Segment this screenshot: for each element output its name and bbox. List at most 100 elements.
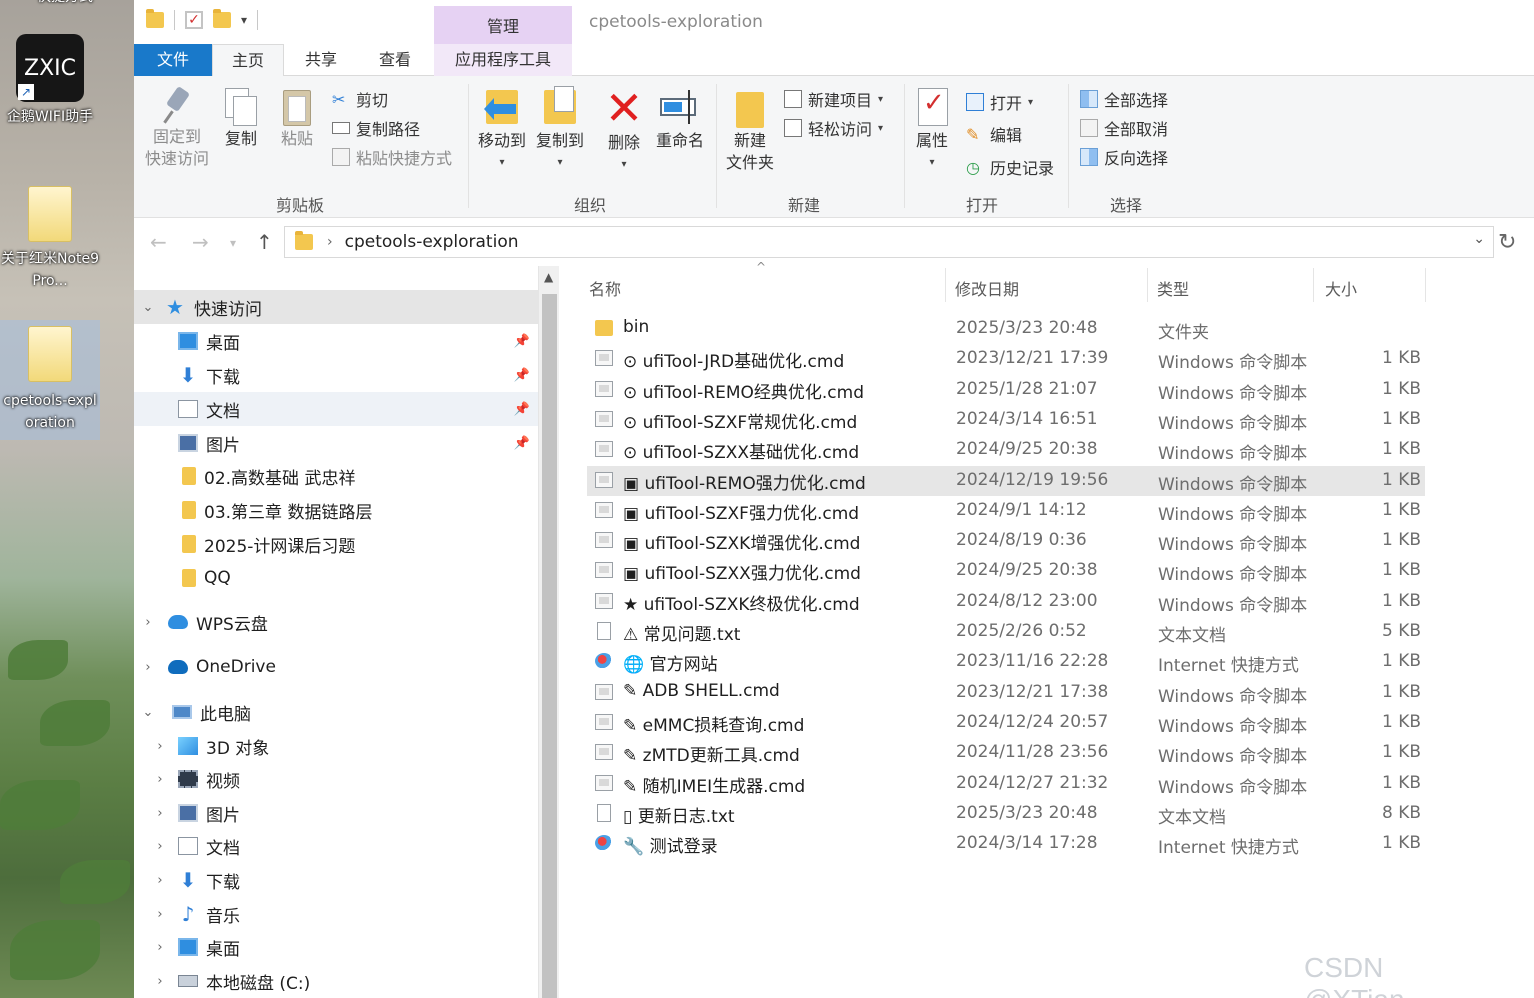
column-separator[interactable] [1147,268,1148,302]
column-header-size[interactable]: 大小 [1325,276,1357,300]
column-header-name[interactable]: 名称 [589,276,621,300]
tab-home[interactable]: 主页 [212,44,284,77]
nav-item-folder[interactable]: 02.高数基础 武忠祥 [134,459,538,493]
address-history-dropdown-icon[interactable]: ⌄ [1473,231,1485,247]
select-all-button[interactable]: 全部选择 [1080,86,1168,112]
new-folder-button[interactable]: 新建 文件夹 [720,86,780,174]
expand-chevron-icon[interactable]: › [150,940,170,955]
file-row[interactable]: ⊙ ufiTool-JRD基础优化.cmd 2023/12/21 17:39 Win… [587,344,1425,374]
nav-item-downloads[interactable]: ⬇ 下载 📌 [134,358,538,392]
file-row[interactable]: ⊙ ufiTool-REMO经典优化.cmd 2025/1/28 21:07 Win… [587,375,1425,405]
file-row[interactable]: ▣ ufiTool-SZXX强力优化.cmd 2024/9/25 20:38 Win… [587,556,1425,586]
select-none-button[interactable]: 全部取消 [1080,115,1168,141]
file-row[interactable]: ✎ zMTD更新工具.cmd 2024/11/28 23:56 Windows 命令… [587,738,1425,768]
paste-shortcut-button[interactable]: 粘贴快捷方式 [332,144,452,170]
nav-pc-desktop[interactable]: › 桌面 [134,930,538,964]
history-button[interactable]: ◷ 历史记录 [966,154,1054,180]
collapse-chevron-icon[interactable]: ⌄ [138,300,158,315]
nav-item-desktop[interactable]: 桌面 📌 [134,324,538,358]
recent-locations-chevron-icon[interactable]: ▾ [230,236,236,250]
refresh-icon[interactable]: ↻ [1498,230,1516,255]
properties-check-icon[interactable]: ✓ [185,11,203,29]
file-row[interactable]: ✎ 随机IMEI生成器.cmd 2024/12/27 21:32 Windows 命… [587,769,1425,799]
nav-pc-local-disk-c[interactable]: › 本地磁盘 (C:) [134,964,538,998]
nav-pc-downloads[interactable]: › ⬇ 下载 [134,863,538,897]
paste-button[interactable]: 粘贴 [274,86,320,150]
tab-application-tools[interactable]: 应用程序工具 [434,44,572,76]
file-row[interactable]: ⊙ ufiTool-SZXX基础优化.cmd 2024/9/25 20:38 Win… [587,435,1425,465]
expand-chevron-icon[interactable]: › [150,873,170,888]
file-row[interactable]: 🌐 官方网站 2023/11/16 22:28 Internet 快捷方式 1 KB [587,647,1425,677]
column-separator[interactable] [1425,268,1426,302]
delete-button[interactable]: ✕ 删除 ▾ [602,85,646,176]
expand-chevron-icon[interactable]: › [138,660,158,675]
up-arrow-icon[interactable]: ↑ [256,230,273,254]
copy-button[interactable]: 复制 [218,86,264,150]
collapse-chevron-icon[interactable]: ⌄ [138,705,158,720]
desktop-icon-wifi-helper[interactable]: ZXIC ↗ 企鹅WIFI助手 [0,34,100,128]
file-row[interactable]: ⚠ 常见问题.txt 2025/2/26 0:52 文本文档 5 KB [587,617,1425,647]
nav-item-folder[interactable]: 2025-计网课后习题 [134,527,538,561]
rename-button[interactable]: 重命名 [652,86,708,152]
nav-pc-3d-objects[interactable]: › 3D 对象 [134,729,538,763]
tab-share[interactable]: 共享 [284,44,358,76]
copy-path-button[interactable]: 复制路径 [332,115,420,141]
desktop-icon-redmi-note[interactable]: 关于红米Note9Pro... [0,186,100,292]
scroll-up-arrow-icon[interactable]: ▲ [544,270,553,284]
column-separator[interactable] [945,268,946,302]
forward-arrow-icon[interactable]: → [192,230,209,254]
nav-item-documents[interactable]: 文档 📌 [134,392,538,426]
file-row[interactable]: ★ ufiTool-SZXK终极优化.cmd 2024/8/12 23:00 Win… [587,587,1425,617]
file-row[interactable]: ✎ ADB SHELL.cmd 2023/12/21 17:38 Windows 命… [587,678,1425,708]
expand-chevron-icon[interactable]: › [150,974,170,989]
new-item-button[interactable]: 新建项目 ▾ [784,86,883,112]
tab-file[interactable]: 文件 [134,44,212,76]
breadcrumb-chevron-icon[interactable]: › [327,234,333,250]
nav-this-pc[interactable]: ⌄ 此电脑 [134,695,538,729]
back-arrow-icon[interactable]: ← [150,230,167,254]
nav-scrollbar[interactable]: ▲ [538,266,559,998]
easy-access-button[interactable]: 轻松访问 ▾ [784,115,883,141]
column-header-type[interactable]: 类型 [1157,276,1189,300]
expand-chevron-icon[interactable]: › [150,772,170,787]
nav-quick-access[interactable]: ⌄ ★ 快速访问 [134,290,538,324]
nav-item-pictures[interactable]: 图片 📌 [134,426,538,460]
nav-item-folder[interactable]: QQ [134,561,538,595]
file-row[interactable]: ✎ eMMC损耗查询.cmd 2024/12/24 20:57 Windows 命令… [587,708,1425,738]
nav-item-folder[interactable]: 03.第三章 数据链路层 [134,493,538,527]
tab-view[interactable]: 查看 [358,44,432,76]
nav-pc-videos[interactable]: › 视频 [134,762,538,796]
expand-chevron-icon[interactable]: › [138,615,158,630]
file-row[interactable]: ⊙ ufiTool-SZXF常规优化.cmd 2024/3/14 16:51 Win… [587,405,1425,435]
customize-qat-dropdown-icon[interactable]: ▾ [241,13,247,27]
file-row[interactable]: ▣ ufiTool-REMO强力优化.cmd 2024/12/19 19:56 Wi… [587,466,1425,496]
invert-selection-button[interactable]: 反向选择 [1080,144,1168,170]
address-input[interactable]: › cpetools-exploration ⌄ [284,226,1494,258]
nav-scrollbar-thumb[interactable] [542,294,557,998]
nav-wps-cloud[interactable]: › WPS云盘 [134,605,538,639]
expand-chevron-icon[interactable]: › [150,739,170,754]
new-folder-icon[interactable] [213,9,231,28]
copy-to-button[interactable]: 复制到 ▾ [532,86,588,174]
file-row[interactable]: bin 2025/3/23 20:48 文件夹 [587,314,1425,344]
edit-button[interactable]: ✎ 编辑 [966,121,1022,147]
desktop-icon-cpetools[interactable]: cpetools-exploration [0,320,100,440]
file-row[interactable]: 🔧 测试登录 2024/3/14 17:28 Internet 快捷方式 1 KB [587,829,1425,859]
cut-button[interactable]: ✂ 剪切 [332,86,388,112]
nav-pc-music[interactable]: › ♪ 音乐 [134,897,538,931]
properties-button[interactable]: ✓ 属性 ▾ [910,86,954,174]
column-header-date[interactable]: 修改日期 [955,276,1019,300]
file-row[interactable]: ▯ 更新日志.txt 2025/3/23 20:48 文本文档 8 KB [587,799,1425,829]
breadcrumb-current[interactable]: cpetools-exploration [345,232,519,252]
pin-to-quick-access-button[interactable]: 固定到 快速访问 [140,86,214,170]
column-separator[interactable] [1313,268,1314,302]
file-row[interactable]: ▣ ufiTool-SZXK增强优化.cmd 2024/8/19 0:36 Wind… [587,526,1425,556]
open-button[interactable]: 打开 ▾ [966,89,1033,115]
nav-onedrive[interactable]: › OneDrive [134,650,538,684]
file-row[interactable]: ▣ ufiTool-SZXF强力优化.cmd 2024/9/1 14:12 Wind… [587,496,1425,526]
nav-pc-documents[interactable]: › 文档 [134,829,538,863]
expand-chevron-icon[interactable]: › [150,907,170,922]
expand-chevron-icon[interactable]: › [150,806,170,821]
expand-chevron-icon[interactable]: › [150,839,170,854]
move-to-button[interactable]: 移动到 ▾ [474,86,530,174]
